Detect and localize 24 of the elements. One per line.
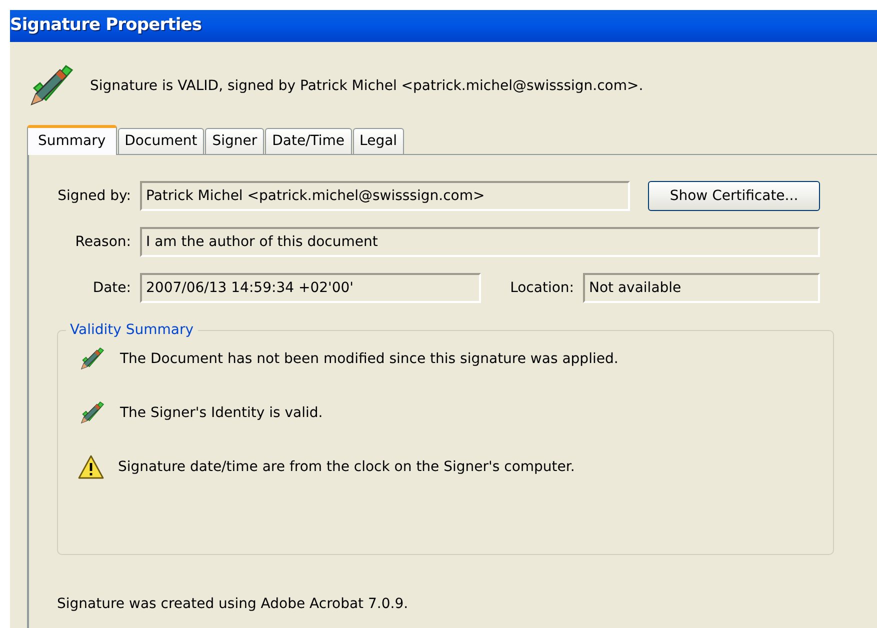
status-message: Signature is VALID, signed by Patrick Michel <patrick.michel@swisssign.com>.	[90, 76, 644, 96]
location-field[interactable]: Not available	[583, 273, 820, 303]
field-label: Location:	[509, 278, 575, 298]
footer-note: Signature was created using Adobe Acrobat 7.0.9.	[57, 596, 408, 612]
validity-message: Signature date/time are from the clock on the Signer's computer.	[118, 458, 575, 476]
valid-check-icon	[78, 401, 106, 425]
show-certificate-button[interactable]: Show Certificate...	[648, 181, 820, 211]
group-title: Validity Summary	[66, 321, 198, 339]
field-label: Date:	[92, 278, 132, 298]
valid-check-icon	[78, 347, 106, 371]
field-label: Reason:	[74, 232, 132, 252]
tab[interactable]: Document	[118, 128, 204, 154]
tab[interactable]: Date/Time	[265, 128, 352, 154]
tab[interactable]: Summary	[27, 125, 117, 155]
date-field[interactable]: 2007/06/13 14:59:34 +02'00'	[140, 273, 481, 303]
tab[interactable]: Legal	[352, 128, 404, 154]
field-label: Signed by:	[57, 186, 132, 206]
validity-message: The Signer's Identity is valid.	[120, 404, 323, 422]
signed-by-field[interactable]: Patrick Michel <patrick.michel@swisssign.com>	[140, 181, 630, 211]
window-title: Signature Properties	[10, 14, 202, 38]
tab[interactable]: Signer	[205, 128, 264, 154]
warning-icon	[78, 455, 104, 479]
validity-message: The Document has not been modified since this signature was applied.	[120, 350, 618, 368]
reason-field[interactable]: I am the author of this document	[140, 227, 820, 257]
